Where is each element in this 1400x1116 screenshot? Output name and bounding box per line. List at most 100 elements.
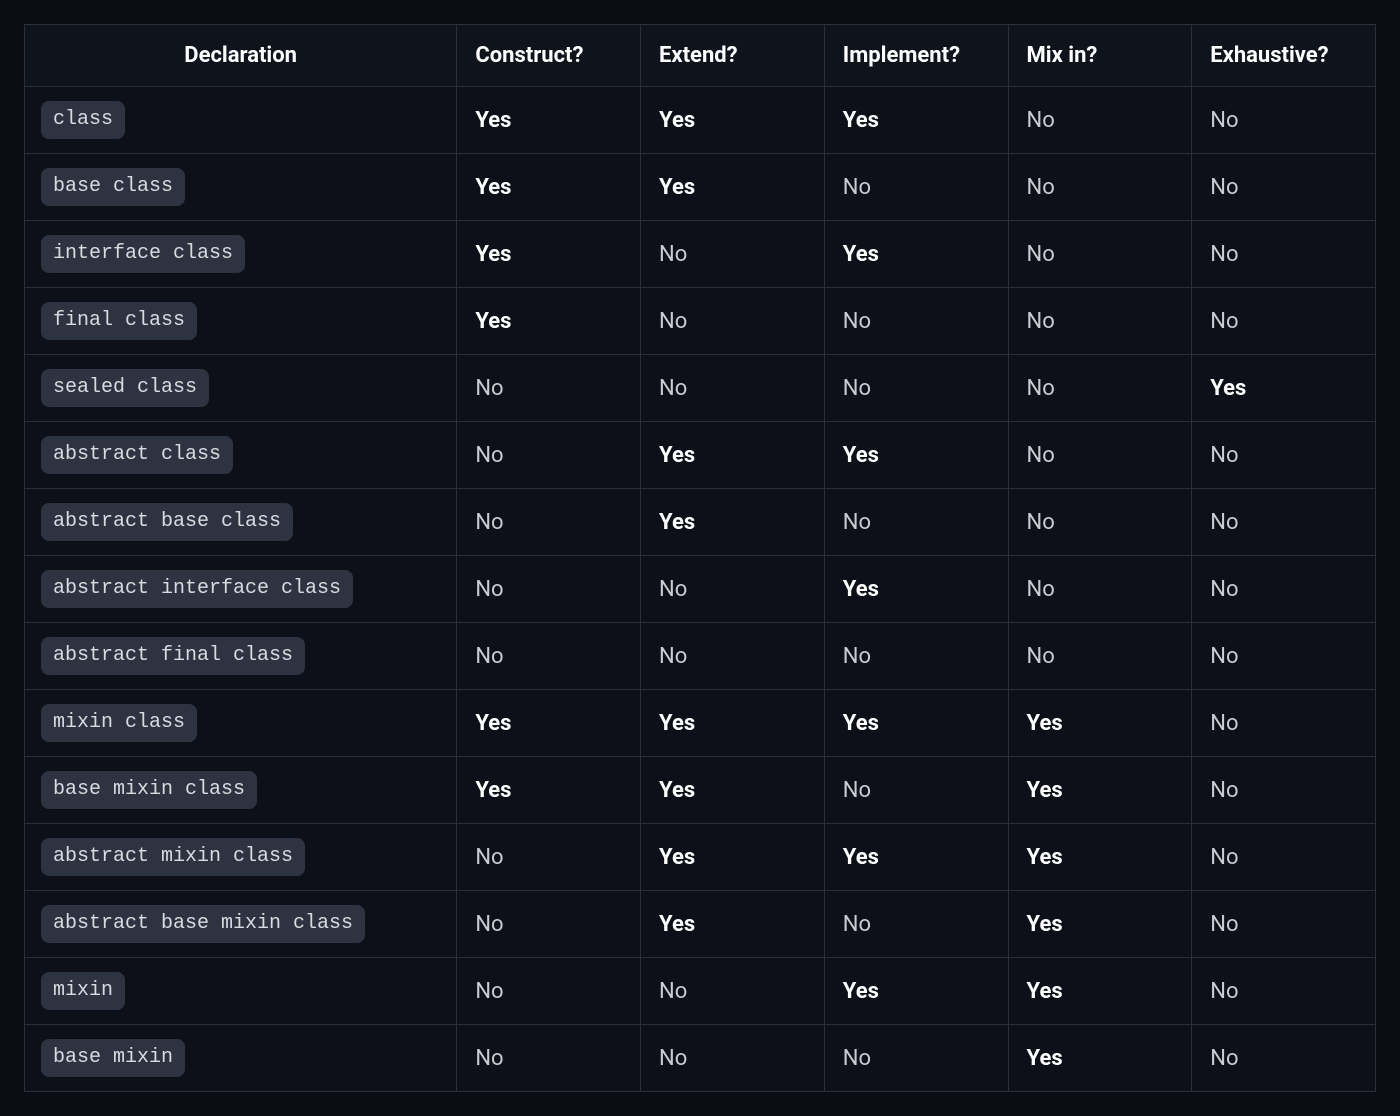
no-value: No: [843, 778, 871, 803]
capability-cell: No: [457, 422, 641, 489]
declaration-code: final class: [41, 302, 197, 340]
no-value: No: [1027, 443, 1055, 468]
capability-cell: No: [457, 355, 641, 422]
no-value: No: [659, 1046, 687, 1071]
declaration-code: sealed class: [41, 369, 209, 407]
capability-cell: No: [457, 489, 641, 556]
no-value: No: [843, 644, 871, 669]
table-row: mixin classYesYesYesYesNo: [25, 690, 1376, 757]
capability-cell: No: [641, 556, 825, 623]
no-value: No: [1027, 510, 1055, 535]
no-value: No: [1210, 443, 1238, 468]
table-row: final classYesNoNoNoNo: [25, 288, 1376, 355]
table-row: mixinNoNoYesYesNo: [25, 958, 1376, 1025]
header-extend: Extend?: [641, 25, 825, 87]
yes-value: Yes: [475, 108, 511, 133]
capability-cell: No: [1008, 489, 1192, 556]
declaration-cell: base mixin: [25, 1025, 457, 1092]
no-value: No: [475, 376, 503, 401]
capability-cell: No: [641, 958, 825, 1025]
capability-cell: No: [1192, 824, 1376, 891]
declaration-code: abstract interface class: [41, 570, 353, 608]
no-value: No: [1210, 108, 1238, 133]
no-value: No: [843, 1046, 871, 1071]
capability-cell: No: [1192, 690, 1376, 757]
declaration-code: base mixin class: [41, 771, 257, 809]
capability-cell: Yes: [824, 422, 1008, 489]
no-value: No: [659, 242, 687, 267]
declaration-cell: abstract class: [25, 422, 457, 489]
capability-cell: No: [1192, 556, 1376, 623]
no-value: No: [843, 376, 871, 401]
capability-cell: No: [1192, 288, 1376, 355]
no-value: No: [1210, 778, 1238, 803]
declaration-cell: abstract mixin class: [25, 824, 457, 891]
capability-cell: No: [457, 824, 641, 891]
no-value: No: [475, 979, 503, 1004]
declaration-cell: final class: [25, 288, 457, 355]
declaration-cell: abstract base class: [25, 489, 457, 556]
yes-value: Yes: [475, 242, 511, 267]
capability-cell: No: [824, 288, 1008, 355]
yes-value: Yes: [475, 175, 511, 200]
capability-cell: No: [824, 489, 1008, 556]
no-value: No: [1210, 845, 1238, 870]
table-row: classYesYesYesNoNo: [25, 87, 1376, 154]
capability-cell: No: [457, 958, 641, 1025]
capability-cell: Yes: [824, 824, 1008, 891]
yes-value: Yes: [1027, 778, 1063, 803]
no-value: No: [1027, 242, 1055, 267]
capability-cell: No: [641, 623, 825, 690]
yes-value: Yes: [659, 443, 695, 468]
table-row: abstract base classNoYesNoNoNo: [25, 489, 1376, 556]
capability-cell: No: [457, 556, 641, 623]
capability-cell: Yes: [641, 422, 825, 489]
capability-cell: No: [1192, 221, 1376, 288]
capability-cell: No: [457, 891, 641, 958]
declaration-cell: sealed class: [25, 355, 457, 422]
no-value: No: [1027, 577, 1055, 602]
capability-cell: Yes: [457, 757, 641, 824]
capability-cell: No: [824, 154, 1008, 221]
no-value: No: [1210, 644, 1238, 669]
yes-value: Yes: [1210, 376, 1246, 401]
yes-value: Yes: [843, 577, 879, 602]
declaration-cell: base class: [25, 154, 457, 221]
yes-value: Yes: [1027, 912, 1063, 937]
capability-cell: Yes: [1008, 958, 1192, 1025]
yes-value: Yes: [843, 443, 879, 468]
declaration-code: abstract base mixin class: [41, 905, 365, 943]
capability-cell: No: [1192, 154, 1376, 221]
no-value: No: [1210, 510, 1238, 535]
capability-cell: No: [824, 1025, 1008, 1092]
no-value: No: [659, 577, 687, 602]
no-value: No: [475, 1046, 503, 1071]
yes-value: Yes: [659, 108, 695, 133]
header-declaration: Declaration: [25, 25, 457, 87]
yes-value: Yes: [1027, 979, 1063, 1004]
capability-cell: No: [824, 623, 1008, 690]
capability-cell: No: [641, 288, 825, 355]
capability-cell: No: [641, 355, 825, 422]
yes-value: Yes: [659, 912, 695, 937]
capability-cell: Yes: [824, 556, 1008, 623]
yes-value: Yes: [475, 711, 511, 736]
capability-cell: Yes: [457, 690, 641, 757]
capability-cell: Yes: [457, 154, 641, 221]
capability-cell: Yes: [824, 87, 1008, 154]
no-value: No: [1210, 309, 1238, 334]
table-row: abstract base mixin classNoYesNoYesNo: [25, 891, 1376, 958]
declaration-code: abstract mixin class: [41, 838, 305, 876]
capability-cell: No: [457, 1025, 641, 1092]
yes-value: Yes: [659, 175, 695, 200]
table-row: sealed classNoNoNoNoYes: [25, 355, 1376, 422]
declaration-code: abstract class: [41, 436, 233, 474]
no-value: No: [1210, 912, 1238, 937]
yes-value: Yes: [659, 778, 695, 803]
yes-value: Yes: [1027, 711, 1063, 736]
capability-cell: No: [1192, 891, 1376, 958]
capability-cell: No: [1008, 422, 1192, 489]
capability-cell: Yes: [1008, 1025, 1192, 1092]
capability-cell: No: [1192, 87, 1376, 154]
header-exhaustive: Exhaustive?: [1192, 25, 1376, 87]
